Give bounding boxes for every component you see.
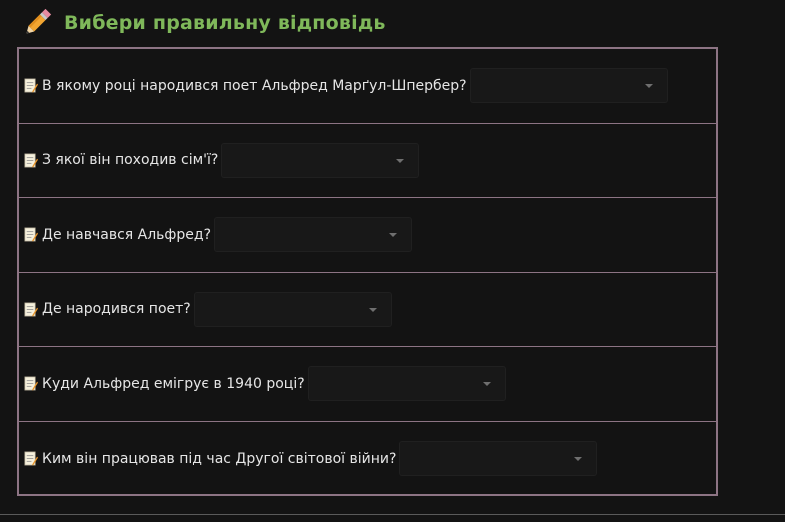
answer-dropdown[interactable] [214, 217, 413, 253]
memo-icon [24, 302, 38, 317]
answer-dropdown[interactable] [221, 142, 420, 178]
question-text: З якої він походив сім'ї? [42, 152, 219, 169]
quiz-row: Де навчався Альфред? [19, 198, 716, 273]
chevron-down-icon [396, 158, 405, 163]
answer-dropdown[interactable] [307, 366, 506, 402]
quiz-row: В якому році народився поет Альфред Марґ… [19, 49, 716, 124]
chevron-down-icon [389, 233, 398, 238]
question-text: Куди Альфред емігрує в 1940 році? [42, 375, 305, 392]
quiz-row: Куди Альфред емігрує в 1940 році? [19, 347, 716, 422]
quiz-page: Вибери правильну відповідь В якому році … [0, 0, 785, 522]
quiz-row: Де народився поет? [19, 273, 716, 347]
divider [0, 514, 785, 515]
quiz-row: З якої він походив сім'ї? [19, 124, 716, 198]
memo-icon [24, 451, 38, 466]
page-title: Вибери правильну відповідь [64, 12, 386, 34]
question-text: В якому році народився поет Альфред Марґ… [42, 77, 467, 94]
pencil-icon [26, 8, 52, 34]
chevron-down-icon [574, 457, 583, 462]
chevron-down-icon [368, 307, 377, 312]
chevron-down-icon [482, 382, 491, 387]
quiz-row: Ким він працював під час Другої світової… [19, 422, 716, 497]
memo-icon [24, 153, 38, 168]
chevron-down-icon [644, 84, 653, 89]
answer-dropdown[interactable] [193, 291, 392, 327]
memo-icon [24, 376, 38, 391]
quiz-heading: Вибери правильну відповідь [20, 4, 386, 42]
quiz-table: В якому році народився поет Альфред Марґ… [17, 47, 718, 496]
question-text: Де народився поет? [42, 301, 191, 318]
memo-icon [24, 227, 38, 242]
question-text: Де навчався Альфред? [42, 226, 212, 243]
memo-icon [24, 78, 38, 93]
answer-dropdown[interactable] [399, 441, 598, 477]
answer-dropdown[interactable] [469, 68, 668, 104]
question-text: Ким він працював під час Другої світової… [42, 450, 397, 467]
